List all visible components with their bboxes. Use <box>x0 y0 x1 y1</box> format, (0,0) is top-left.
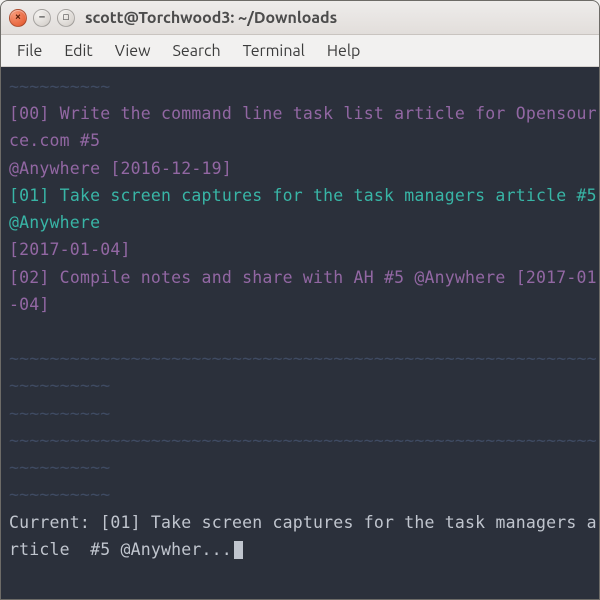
window-controls: × – ▫ <box>9 9 75 27</box>
window-title: scott@Torchwood3: ~/Downloads <box>85 9 337 27</box>
menu-help[interactable]: Help <box>317 38 371 64</box>
cursor-icon <box>234 541 243 559</box>
menu-file[interactable]: File <box>7 38 52 64</box>
task-text: Compile notes and share with AH #5 @Anyw… <box>9 268 597 314</box>
menu-search[interactable]: Search <box>163 38 231 64</box>
task-index: [00] <box>9 104 50 123</box>
current-index: [01] <box>100 513 141 532</box>
menubar: File Edit View Search Terminal Help <box>1 35 599 67</box>
terminal-window: × – ▫ scott@Torchwood3: ~/Downloads File… <box>0 0 600 600</box>
maximize-icon[interactable]: ▫ <box>57 9 75 27</box>
separator: ~~~~~~~~~~~~~~~~~~~~~~~~~~~~~~~~~~~~~~~~… <box>9 431 597 477</box>
separator: ~~~~~~~~~~ <box>9 77 110 96</box>
minimize-icon[interactable]: – <box>33 9 51 27</box>
task-index: [02] <box>9 268 50 287</box>
task-text: Take screen captures for the task manage… <box>9 186 600 232</box>
menu-terminal[interactable]: Terminal <box>233 38 315 64</box>
task-index: [01] <box>9 186 50 205</box>
task-meta: @Anywhere [2016-12-19] <box>9 159 232 178</box>
separator: ~~~~~~~~~~ <box>9 485 110 504</box>
separator: ~~~~~~~~~~ <box>9 404 110 423</box>
terminal-output[interactable]: ~~~~~~~~~~ [00] Write the command line t… <box>1 67 600 600</box>
menu-edit[interactable]: Edit <box>54 38 102 64</box>
task-text: Write the command line task list article… <box>9 104 597 150</box>
titlebar[interactable]: × – ▫ scott@Torchwood3: ~/Downloads <box>1 1 599 35</box>
menu-view[interactable]: View <box>105 38 161 64</box>
separator: ~~~~~~~~~~~~~~~~~~~~~~~~~~~~~~~~~~~~~~~~… <box>9 349 597 395</box>
current-label: Current: <box>9 513 100 532</box>
task-meta: [2017-01-04] <box>9 240 131 259</box>
close-icon[interactable]: × <box>9 9 27 27</box>
